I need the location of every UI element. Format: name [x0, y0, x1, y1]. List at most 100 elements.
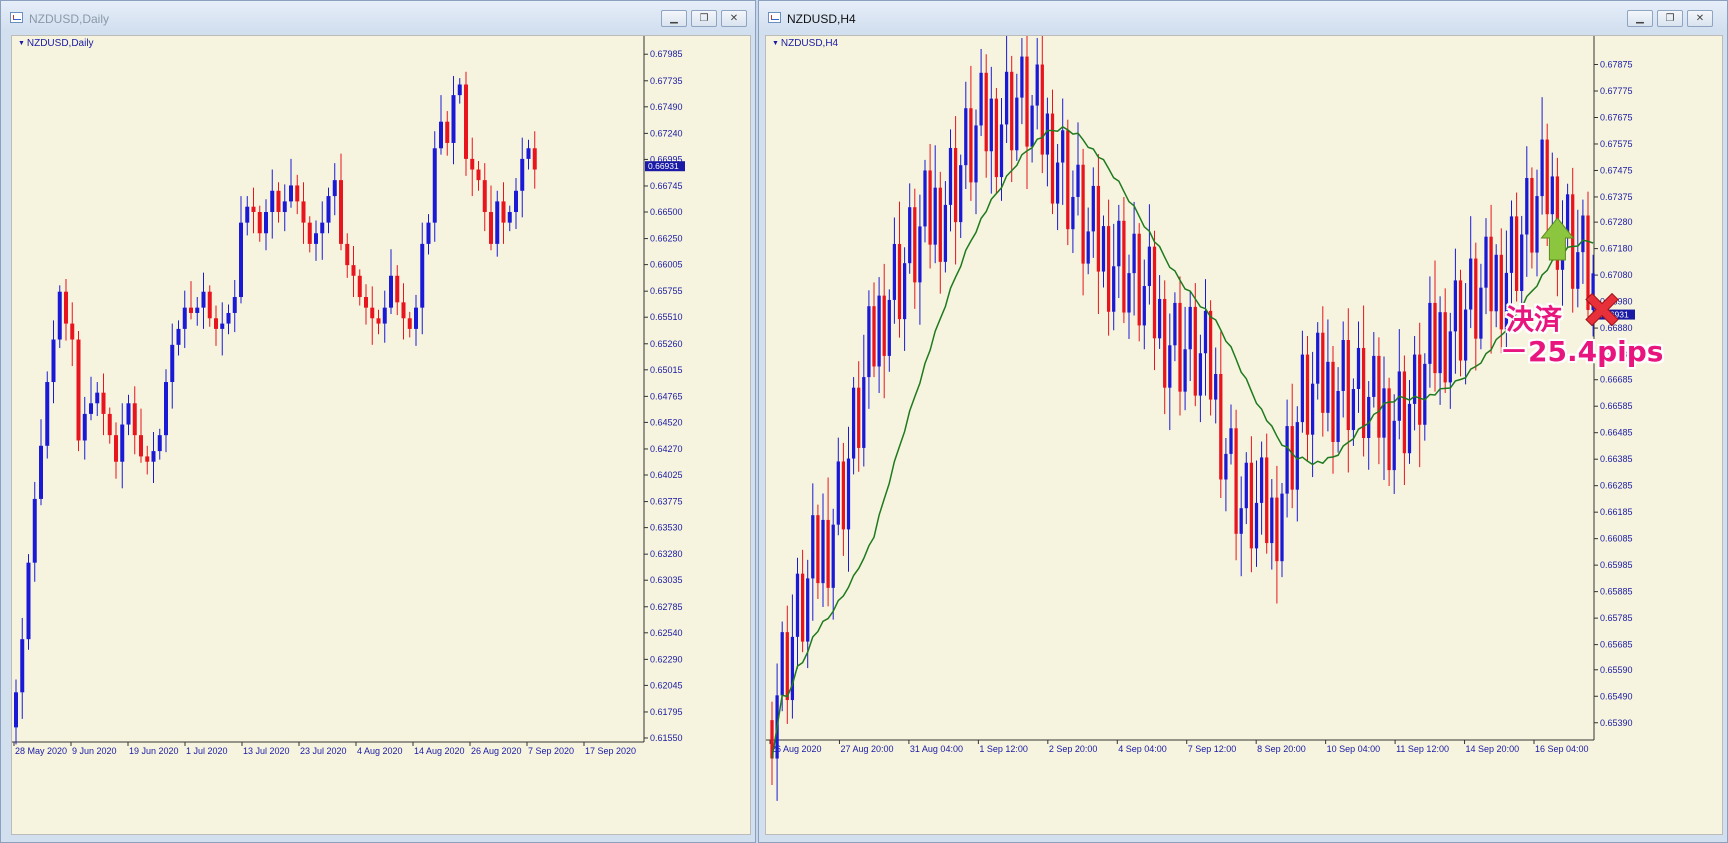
- bear-candle: [364, 297, 368, 308]
- bull-candle: [1270, 497, 1274, 544]
- bull-candle: [862, 377, 866, 448]
- bull-candle: [1372, 355, 1376, 397]
- bear-candle: [938, 187, 942, 262]
- price-tick-label: 0.62045: [650, 680, 683, 690]
- bear-candle: [1163, 298, 1167, 388]
- h4-chart-window[interactable]: NZDUSD,H4 ▁ ❐ ✕ 0.67875 0.67775 0.67675 0.6…: [758, 0, 1728, 843]
- bull-candle: [1280, 493, 1284, 562]
- bull-candle: [164, 382, 168, 436]
- bull-candle: [182, 307, 187, 329]
- current-price-label: 0.66931: [648, 161, 679, 171]
- bull-candle: [836, 461, 840, 525]
- bull-candle: [1285, 426, 1289, 494]
- bear-candle: [857, 387, 861, 448]
- bear-candle: [1219, 373, 1223, 480]
- bull-candle: [979, 72, 983, 126]
- bull-candle: [1214, 373, 1218, 400]
- bull-candle: [811, 515, 815, 579]
- bull-candle: [923, 170, 927, 227]
- bull-candle: [1509, 216, 1514, 273]
- price-tick-label: 0.61550: [650, 733, 683, 743]
- price-tick-label: 0.67475: [1600, 165, 1633, 175]
- bull-candle: [514, 190, 518, 213]
- bull-candle: [526, 148, 531, 159]
- bear-candle: [841, 461, 846, 530]
- price-tick-label: 0.65590: [1600, 665, 1633, 675]
- minimize-button[interactable]: ▁: [1627, 10, 1653, 27]
- bear-candle: [107, 413, 112, 436]
- daily-candlestick-chart[interactable]: 0.679850.677350.674900.672400.669950.667…: [12, 36, 752, 836]
- daily-chart-window[interactable]: NZDUSD,Daily ▁ ❐ ✕ 0.67985 0.67735 0.67490…: [0, 0, 756, 843]
- bear-candle: [70, 323, 75, 340]
- price-tick-label: 0.65510: [650, 312, 683, 322]
- bull-candle: [126, 403, 131, 425]
- bear-candle: [1010, 71, 1014, 151]
- bull-candle: [1295, 422, 1299, 490]
- bear-candle: [882, 295, 886, 356]
- bear-candle: [501, 201, 506, 223]
- price-tick-label: 0.66385: [1600, 454, 1633, 464]
- bear-candle: [1025, 56, 1029, 147]
- bear-candle: [969, 108, 973, 183]
- bear-candle: [476, 169, 481, 181]
- chart-symbol-label: NZDUSD,H4: [772, 38, 838, 49]
- bull-candle: [1055, 162, 1060, 204]
- bull-candle: [239, 222, 243, 298]
- bear-candle: [532, 148, 537, 170]
- bear-candle: [1106, 226, 1111, 312]
- window-title-bar[interactable]: NZDUSD,Daily ▁ ❐ ✕: [1, 1, 755, 35]
- bear-candle: [1249, 462, 1254, 549]
- h4-candlestick-chart[interactable]: 0.67875 0.67775 0.67675 0.67575 0.67475 0.673…: [766, 36, 1724, 836]
- time-tick-label: 13 Jul 2020: [243, 746, 290, 756]
- time-tick-label: 2 Sep 20:00: [1049, 744, 1098, 754]
- bear-candle: [114, 435, 118, 462]
- bear-candle: [1321, 332, 1325, 413]
- bull-candle: [1423, 363, 1427, 425]
- bull-candle: [851, 387, 856, 459]
- price-tick-label: 0.64520: [650, 417, 683, 427]
- bull-candle: [201, 291, 206, 308]
- window-title-bar[interactable]: NZDUSD,H4 ▁ ❐ ✕: [759, 1, 1727, 35]
- bull-candle: [26, 562, 31, 640]
- restore-button[interactable]: ❐: [1657, 10, 1683, 27]
- bull-candle: [780, 632, 784, 696]
- bear-candle: [401, 302, 406, 319]
- bull-candle: [82, 413, 87, 441]
- bear-candle: [1193, 306, 1197, 396]
- bull-candle: [999, 124, 1004, 178]
- price-tick-label: 0.67080: [1600, 270, 1633, 280]
- bear-candle: [345, 243, 350, 266]
- bear-candle: [1418, 354, 1422, 425]
- price-tick-label: 0.67575: [1600, 139, 1633, 149]
- bull-candle: [1382, 388, 1386, 438]
- bear-candle: [1234, 428, 1238, 534]
- close-button[interactable]: ✕: [1687, 10, 1713, 27]
- h4-chart-area[interactable]: 0.67875 0.67775 0.67675 0.67575 0.67475 0.673…: [765, 35, 1723, 835]
- minimize-button[interactable]: ▁: [661, 10, 687, 27]
- bear-candle: [816, 515, 820, 584]
- time-tick-label: 7 Sep 2020: [528, 746, 574, 756]
- bear-candle: [1050, 113, 1055, 204]
- bear-candle: [445, 121, 450, 143]
- daily-chart-area[interactable]: 0.67985 0.67735 0.67490 0.67240 0.66995 0.667…: [11, 35, 751, 835]
- bull-candle: [1520, 234, 1524, 291]
- bear-candle: [1571, 194, 1575, 289]
- time-tick-label: 31 Aug 04:00: [910, 744, 963, 754]
- bull-candle: [289, 185, 293, 202]
- bull-candle: [1244, 462, 1248, 509]
- restore-button[interactable]: ❐: [691, 10, 717, 27]
- bull-candle: [918, 226, 922, 283]
- price-tick-label: 0.66685: [1600, 375, 1633, 385]
- bull-candle: [1316, 332, 1320, 384]
- price-tick-label: 0.67775: [1600, 86, 1633, 96]
- bull-candle: [1224, 453, 1228, 480]
- bull-candle: [426, 222, 431, 244]
- bull-candle: [948, 147, 953, 205]
- bull-candle: [1565, 194, 1570, 233]
- bull-candle: [1479, 287, 1483, 339]
- bear-candle: [1458, 280, 1463, 361]
- bear-candle: [489, 212, 493, 244]
- bear-candle: [826, 519, 830, 588]
- close-button[interactable]: ✕: [721, 10, 747, 27]
- bull-candle: [1086, 231, 1090, 264]
